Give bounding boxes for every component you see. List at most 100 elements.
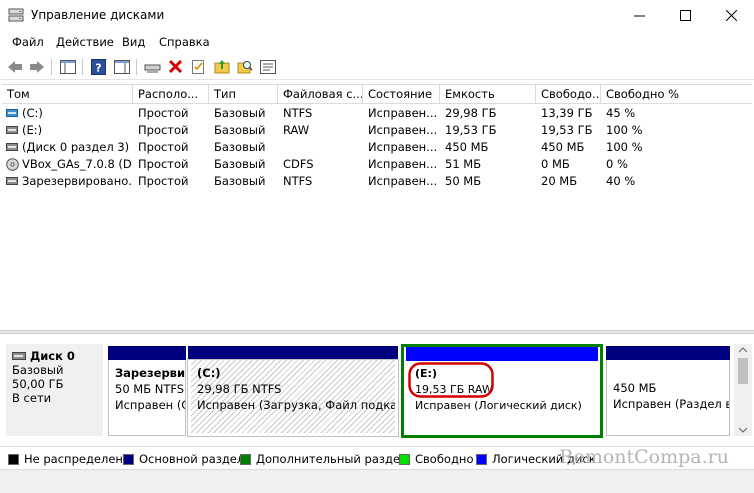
cell-status: Исправен... [368,157,438,171]
cell-status: Исправен... [368,174,438,188]
table-row[interactable]: Зарезервировано... Простой Базовый NTFS … [2,173,752,190]
cell-layout: Простой [138,157,189,171]
cell-type: Базовый [214,140,266,154]
table-row[interactable]: VBox_GAs_7.0.8 (D:) Простой Базовый CDFS… [2,156,752,173]
column-header-free-percent[interactable]: Свободно % [601,85,752,104]
toolbar-separator [82,59,83,75]
partition-title: (C:) [197,366,221,380]
back-button[interactable] [5,57,24,76]
column-header-free-space[interactable]: Свободо... [536,85,601,104]
scroll-up-icon[interactable] [739,347,747,353]
partition-reserved[interactable]: Зарезервир 50 МБ NTFS Исправен (С [108,346,186,436]
watermark: RemontCompa.ru [559,446,729,468]
delete-button[interactable] [166,57,185,76]
status-bar [0,469,754,493]
column-header-volume[interactable]: Том [2,85,133,104]
cell-capacity: 51 МБ [445,157,482,171]
menu-file[interactable]: Файл [12,35,44,49]
legend-swatch [8,453,19,465]
help-button[interactable]: ? [89,57,108,76]
delete-icon [168,59,183,74]
scrollbar-thumb[interactable] [738,358,748,384]
cell-capacity: 19,53 ГБ [445,123,497,137]
cell-filesystem: NTFS [283,174,313,188]
cell-layout: Простой [138,106,189,120]
show-hide-console-button[interactable] [58,57,77,76]
table-row[interactable]: (E:) Простой Базовый RAW Исправен... 19,… [2,122,752,139]
column-header-layout[interactable]: Располо... [133,85,209,104]
partition-c[interactable]: (C:) 29,98 ГБ NTFS Исправен (Загрузка, Ф… [187,346,399,437]
legend-item: Основной раздел [123,452,244,466]
panel-view-button[interactable] [112,57,131,76]
column-header-type[interactable]: Тип [209,85,278,104]
folder-up-button[interactable] [212,57,231,76]
menu-view[interactable]: Вид [122,35,145,49]
cell-status: Исправен... [368,106,438,120]
disk-info-panel[interactable]: Диск 0 Базовый 50,00 ГБ В сети [6,344,103,436]
highlight-ring [408,362,494,398]
cell-filesystem: NTFS [283,106,313,120]
vertical-scrollbar[interactable] [734,344,752,436]
cell-volume: (E:) [22,123,43,137]
legend-item: Не распределена [8,452,130,466]
connect-drive-button[interactable] [143,57,162,76]
maximize-button[interactable] [662,0,708,31]
primary-partition-bar [606,346,730,360]
legend-label: Не распределена [24,452,130,466]
legend-item: Дополнительный раздел [240,452,407,466]
table-row[interactable]: (C:) Простой Базовый NTFS Исправен... 29… [2,105,752,122]
toolbar-separator [51,59,52,75]
checklist-button[interactable] [189,57,208,76]
cell-free-percent: 100 % [606,123,643,137]
menu-action[interactable]: Действие [56,35,114,49]
close-button[interactable] [708,0,754,31]
partition-status: Исправен (Раздел во [613,397,730,411]
logical-drive-bar [406,347,598,361]
table-row[interactable]: (Диск 0 раздел 3) Простой Базовый Исправ… [2,139,752,156]
volume-drive-icon [6,109,18,117]
column-header-filesystem[interactable]: Файловая с... [278,85,363,104]
cell-filesystem: CDFS [283,157,314,171]
disk-icon [12,352,26,360]
legend-label: Свободно [415,452,474,466]
column-header-capacity[interactable]: Емкость [440,85,536,104]
cell-free-percent: 45 % [606,106,636,120]
menu-help[interactable]: Справка [159,35,210,49]
scroll-down-icon[interactable] [739,427,747,433]
cell-capacity: 50 МБ [445,174,482,188]
maximize-icon [679,10,691,21]
cell-free-percent: 40 % [606,174,636,188]
partition-body: Зарезервир 50 МБ NTFS Исправен (С [108,360,186,436]
disk-graph-view: Диск 0 Базовый 50,00 ГБ В сети Зарезерви… [0,334,754,444]
help-icon: ? [91,58,106,75]
connect-drive-icon [144,64,161,72]
cell-type: Базовый [214,157,266,171]
extended-partition[interactable]: (E:) 19,53 ГБ RAW Исправен (Логический д… [401,344,603,438]
cell-type: Базовый [214,106,266,120]
disk-type: Базовый [12,363,64,377]
cell-free-space: 19,53 ГБ [541,123,593,137]
minimize-icon [633,15,645,17]
partition-recovery[interactable]: 450 МБ Исправен (Раздел во [606,346,730,436]
cell-status: Исправен... [368,123,438,137]
cell-volume: (Диск 0 раздел 3) [22,140,130,154]
partition-status: Исправен (Загрузка, Файл подкачк [197,398,398,412]
disk-status: В сети [12,391,52,405]
primary-partition-bar [108,346,186,360]
disk-name: Диск 0 [30,349,75,363]
cell-free-space: 450 МБ [541,140,585,154]
properties-button[interactable] [258,57,277,76]
minimize-button[interactable] [616,0,662,31]
cell-free-percent: 0 % [606,157,628,171]
search-button[interactable] [235,57,254,76]
column-header-status[interactable]: Состояние [363,85,440,104]
legend-swatch [240,453,251,465]
cell-layout: Простой [138,123,189,137]
cell-layout: Простой [138,140,189,154]
back-arrow-icon [7,60,22,73]
disk-management-icon [8,8,24,22]
disk-size: 50,00 ГБ [12,377,64,391]
cell-free-space: 13,39 ГБ [541,106,593,120]
forward-button[interactable] [27,57,46,76]
cd-drive-icon [6,158,19,171]
